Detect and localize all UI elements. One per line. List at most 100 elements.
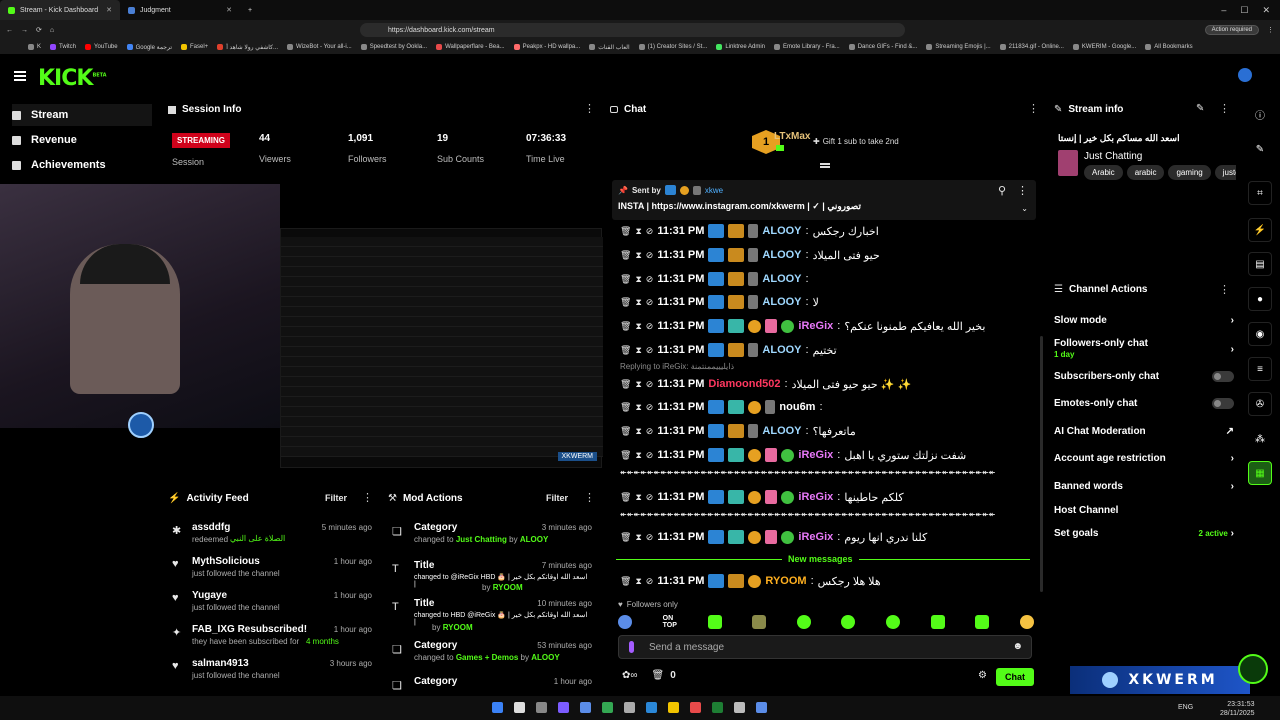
chat-message[interactable]: 🗑 ⧗ ⊘ 11:31 PM iReGix: بخير الله يعافيكم طمنو… bbox=[620, 315, 1040, 337]
emote[interactable]: ON TOP bbox=[663, 615, 677, 629]
timeout-icon[interactable]: ⧗ bbox=[635, 226, 641, 237]
delete-message-icon[interactable]: 🗑 bbox=[620, 576, 631, 587]
gifter-name[interactable]: LTxMax bbox=[774, 131, 811, 142]
emote-picker-icon[interactable]: ☻ bbox=[1012, 641, 1023, 652]
timeout-icon[interactable]: ⧗ bbox=[635, 532, 641, 543]
chat-input[interactable]: Send a message ☻ bbox=[618, 635, 1032, 659]
more-icon[interactable]: ⋮ bbox=[1219, 283, 1230, 296]
more-icon[interactable]: ⋮ bbox=[362, 491, 373, 504]
emote[interactable] bbox=[707, 615, 722, 629]
chat-bubble-icon[interactable]: ● bbox=[1248, 287, 1272, 311]
ban-icon[interactable]: ⊘ bbox=[646, 345, 654, 356]
back-icon[interactable]: ← bbox=[6, 27, 13, 34]
timeout-icon[interactable]: ⧗ bbox=[635, 297, 641, 308]
message-username[interactable]: Diamoond502 bbox=[708, 378, 780, 390]
ban-icon[interactable]: ⊘ bbox=[646, 492, 654, 503]
chat-message[interactable]: 🗑 ⧗ ⊘ 11:31 PM RYOOM: هلا هلا رجكس bbox=[620, 570, 1040, 592]
bookmark[interactable]: العاب القنات bbox=[589, 44, 630, 51]
minimize-icon[interactable]: – bbox=[1221, 5, 1226, 16]
emote[interactable] bbox=[886, 615, 901, 629]
brave-icon[interactable] bbox=[690, 702, 701, 713]
emote[interactable] bbox=[1019, 615, 1034, 629]
activity-filter-button[interactable]: Filter bbox=[325, 493, 347, 503]
message-username[interactable]: ALOOY bbox=[762, 225, 801, 237]
ban-icon[interactable]: ⊘ bbox=[646, 379, 654, 390]
bolt-icon[interactable]: ⚡ bbox=[1248, 218, 1272, 242]
timeout-icon[interactable]: ⧗ bbox=[635, 402, 641, 413]
more-icon[interactable]: ⋮ bbox=[584, 491, 595, 504]
emote[interactable] bbox=[930, 615, 945, 629]
emote[interactable] bbox=[752, 615, 767, 629]
bookmark[interactable]: Google ترجمة bbox=[126, 44, 172, 51]
more-icon[interactable]: ⋮ bbox=[584, 102, 595, 115]
nav-stream[interactable]: Stream bbox=[12, 104, 152, 126]
menu-icon[interactable]: ⋮ bbox=[1267, 26, 1274, 34]
timeout-icon[interactable]: ⧗ bbox=[635, 250, 641, 261]
delete-message-icon[interactable]: 🗑 bbox=[620, 345, 631, 356]
maximize-icon[interactable]: ☐ bbox=[1240, 5, 1248, 16]
bookmark[interactable]: Dance GIFs - Find &... bbox=[848, 44, 917, 50]
xbox-icon[interactable] bbox=[712, 702, 723, 713]
wrench-icon[interactable]: ✇ bbox=[1248, 392, 1272, 416]
bookmark[interactable]: All Bookmarks bbox=[1145, 44, 1193, 50]
timeout-icon[interactable]: ⧗ bbox=[635, 345, 641, 356]
gift-box-icon[interactable]: 🗑 bbox=[652, 670, 665, 681]
chat-message[interactable]: 🗑 ⧗ ⊘ 11:31 PM ALOOY: اخبارك رجكس bbox=[620, 220, 1040, 242]
hamburger-menu-icon[interactable] bbox=[14, 71, 26, 81]
telegram-icon[interactable] bbox=[646, 702, 657, 713]
timeout-icon[interactable]: ⧗ bbox=[635, 274, 641, 285]
chat-message[interactable]: 🗑 ⧗ ⊘ 11:31 PM iReGix: كلكم حاطينها bbox=[620, 486, 1040, 508]
message-username[interactable]: ALOOY bbox=[762, 296, 801, 308]
channel-points-icon[interactable]: ✿∞ bbox=[622, 670, 638, 681]
ban-icon[interactable]: ⊘ bbox=[646, 532, 654, 543]
close-tab-icon[interactable]: ✕ bbox=[226, 6, 232, 14]
broadcast-icon[interactable]: ◉ bbox=[1248, 322, 1272, 346]
nodes-icon[interactable]: ⁂ bbox=[1248, 427, 1272, 451]
bookmark[interactable]: Wallpaperflare - Bea... bbox=[436, 44, 505, 50]
ban-icon[interactable]: ⊘ bbox=[646, 402, 654, 413]
tag[interactable]: gaming bbox=[1168, 165, 1211, 180]
bookmark[interactable]: YouTube bbox=[85, 44, 118, 50]
reload-icon[interactable]: ⟳ bbox=[36, 26, 42, 34]
timeout-icon[interactable]: ⧗ bbox=[635, 426, 641, 437]
grid-apps-icon[interactable]: ▦ bbox=[1248, 461, 1272, 485]
message-username[interactable]: RYOOM bbox=[765, 575, 806, 587]
emote[interactable] bbox=[618, 615, 632, 629]
delete-message-icon[interactable]: 🗑 bbox=[620, 426, 631, 437]
delete-message-icon[interactable]: 🗑 bbox=[620, 226, 631, 237]
emote[interactable] bbox=[975, 615, 990, 629]
message-username[interactable]: iReGix bbox=[798, 320, 833, 332]
followers-only-item[interactable]: Followers-only chat 1 day › bbox=[1054, 338, 1234, 360]
chat-message[interactable]: 🗑 ⧗ ⊘ 11:31 PM ALOOY: تختيم bbox=[620, 339, 1040, 361]
url-field[interactable]: https://dashboard.kick.com/stream bbox=[360, 23, 905, 37]
nav-revenue[interactable]: Revenue bbox=[12, 134, 77, 146]
emotes-only-toggle[interactable] bbox=[1212, 398, 1234, 409]
search-icon[interactable] bbox=[514, 702, 525, 713]
slow-mode-item[interactable]: Slow mode › bbox=[1054, 315, 1234, 326]
browser-icon[interactable] bbox=[580, 702, 591, 713]
account-age-item[interactable]: Account age restriction › bbox=[1054, 453, 1234, 464]
message-username[interactable]: ALOOY bbox=[762, 249, 801, 261]
stack-icon[interactable]: ≡ bbox=[1248, 357, 1272, 381]
more-icon[interactable]: ⋮ bbox=[1028, 102, 1039, 115]
steam-icon[interactable] bbox=[756, 702, 767, 713]
obs-icon[interactable] bbox=[624, 702, 635, 713]
unpin-icon[interactable]: ⚲ bbox=[998, 184, 1006, 197]
timeout-icon[interactable]: ⧗ bbox=[635, 321, 641, 332]
new-tab-button[interactable]: + bbox=[240, 0, 260, 20]
ai-moderation-item[interactable]: AI Chat Moderation ↗ bbox=[1054, 426, 1234, 437]
ban-icon[interactable]: ⊘ bbox=[646, 274, 654, 285]
language-indicator[interactable]: ENG bbox=[1178, 704, 1193, 711]
chat-scrollbar[interactable] bbox=[1040, 336, 1043, 592]
nav-achievements[interactable]: Achievements bbox=[12, 159, 106, 171]
emote[interactable] bbox=[796, 615, 811, 629]
tag[interactable]: justch bbox=[1214, 165, 1236, 180]
ban-icon[interactable]: ⊘ bbox=[646, 250, 654, 261]
forward-icon[interactable]: → bbox=[21, 27, 28, 34]
message-username[interactable]: iReGix bbox=[798, 449, 833, 461]
banned-words-item[interactable]: Banned words › bbox=[1054, 481, 1234, 492]
bookmark[interactable]: KWERIM - Google... bbox=[1072, 44, 1136, 50]
delete-message-icon[interactable]: 🗑 bbox=[620, 379, 631, 390]
microphone-icon[interactable] bbox=[629, 641, 634, 653]
bookmark[interactable]: Peakpx - HD wallpa... bbox=[513, 44, 580, 50]
